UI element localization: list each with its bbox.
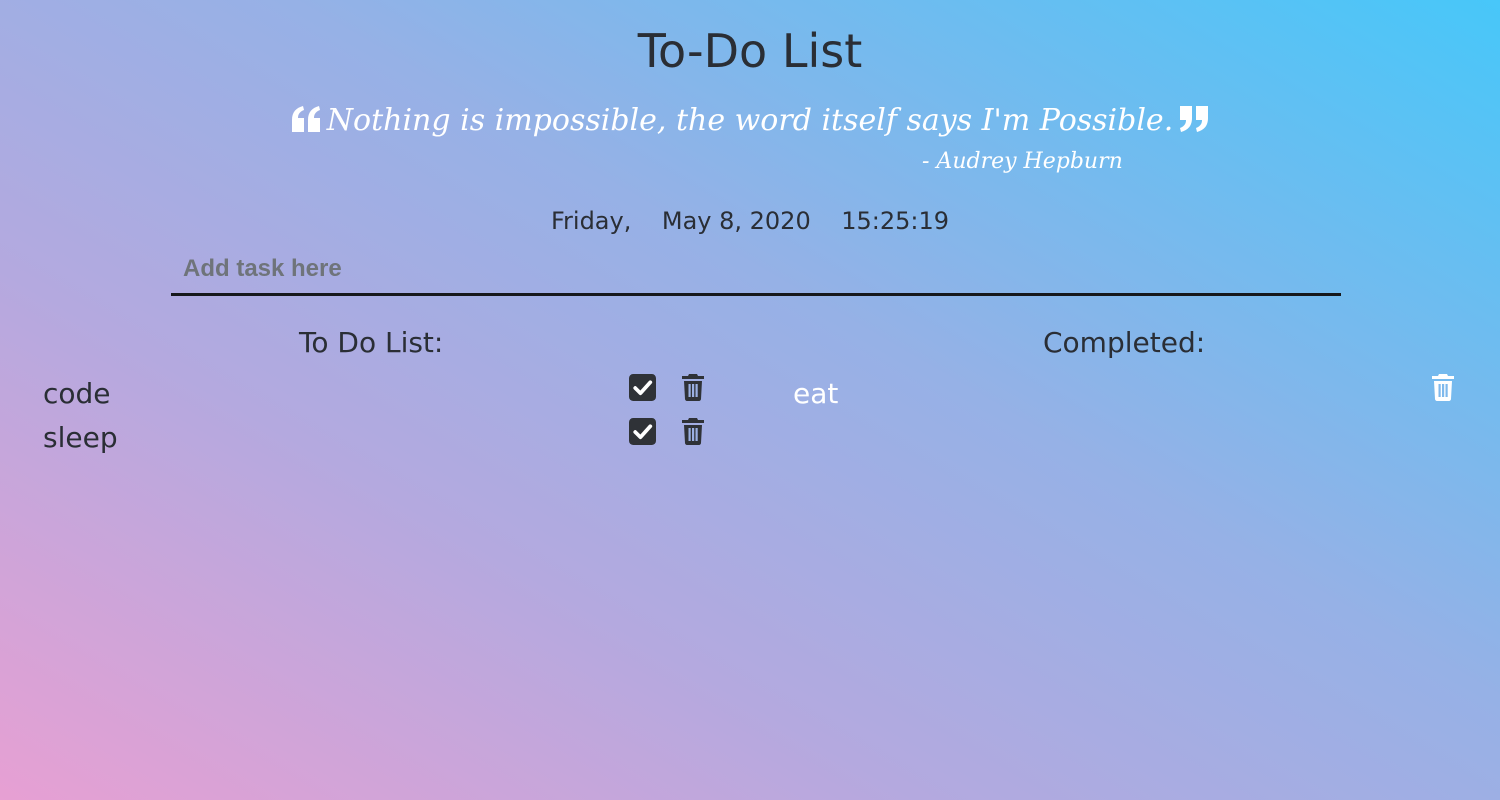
todo-item-label: code: [43, 377, 111, 410]
completed-heading: Completed:: [1043, 326, 1206, 359]
day-text: Friday,: [550, 207, 632, 235]
date-text: May 8, 2020: [661, 207, 811, 235]
trash-icon[interactable]: [1431, 373, 1455, 401]
quote-text: Nothing is impossible, the word itself s…: [326, 103, 1174, 138]
add-task-input[interactable]: [171, 244, 1341, 296]
date-time-display: Friday, May 8, 2020 15:25:19: [0, 204, 1500, 238]
page-title: To-Do List: [637, 24, 863, 78]
todo-heading: To Do List:: [299, 326, 444, 359]
completed-item-label: eat: [793, 377, 839, 410]
check-square-icon[interactable]: [629, 374, 656, 401]
todo-item-label: sleep: [43, 421, 118, 454]
quote: Nothing is impossible, the word itself s…: [0, 100, 1500, 142]
check-square-icon[interactable]: [629, 418, 656, 445]
trash-icon[interactable]: [681, 417, 705, 445]
quote-left-icon: [291, 106, 320, 132]
time-text: 15:25:19: [841, 207, 950, 235]
trash-icon[interactable]: [681, 373, 705, 401]
quote-right-icon: [1180, 106, 1209, 132]
quote-author: - Audrey Hepburn: [922, 149, 1123, 174]
